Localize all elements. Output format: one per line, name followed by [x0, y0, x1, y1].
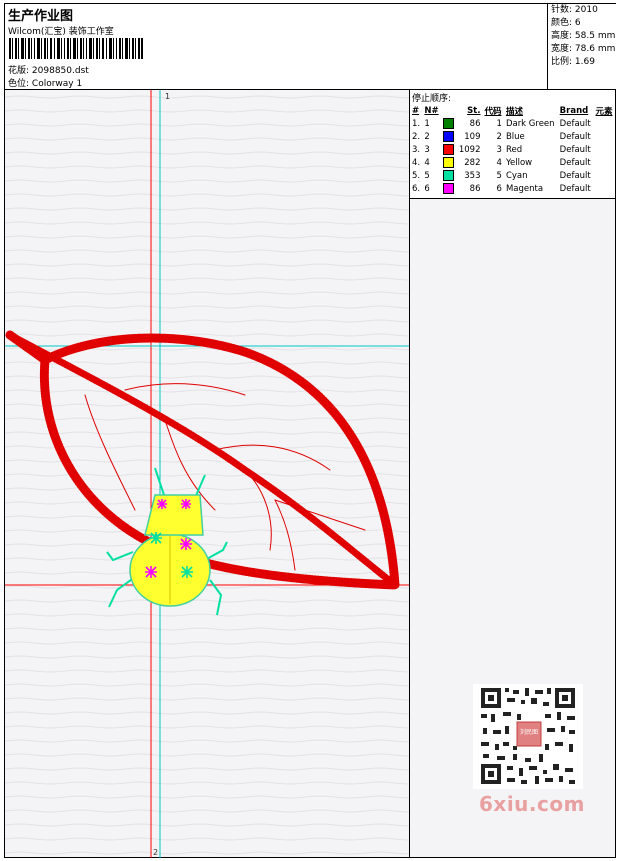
row-desc: Magenta [505, 183, 544, 194]
watermark-logo: 6xiu.com [479, 792, 585, 816]
col-index: # [412, 105, 420, 116]
row-index: 4. [412, 157, 421, 168]
color-swatch [443, 170, 454, 181]
row-element [593, 117, 615, 130]
axis-bottom-label: 2 [153, 848, 159, 857]
spec-panel: 针数: 2010 颜色: 6 高度: 58.5 mm 宽度: 78.6 mm 比… [547, 4, 616, 89]
row-stitches: 1092 [458, 144, 481, 155]
page-title: 生产作业图 [8, 9, 74, 24]
col-element: 元素 [595, 106, 613, 117]
legend-title: 停止顺序: [412, 94, 452, 104]
row-desc: Dark Green [505, 118, 555, 129]
row-desc: Yellow [505, 157, 533, 168]
row-needle: 1 [424, 118, 430, 129]
row-element [593, 143, 615, 156]
row-index: 3. [412, 144, 421, 155]
row-index: 1. [412, 118, 421, 129]
col-stitches: St. [467, 105, 481, 116]
row-brand: Default [559, 144, 591, 155]
production-sheet: 生产作业图 Wilcom(汇宝) 装饰工作室 花版: 2098850.dst 色… [4, 3, 616, 858]
row-stitches: 86 [469, 183, 481, 194]
qr-code: 刘民图 [473, 684, 583, 789]
row-index: 5. [412, 170, 421, 181]
row-desc: Red [505, 144, 523, 155]
stop-sequence-panel: 停止顺序: # N# St. 代码 描述 Brand 元素 1. 1 86 1 Dark… [410, 90, 615, 199]
color-row: 2. 2 109 2 Blue Default [410, 130, 615, 143]
row-brand: Default [559, 183, 591, 194]
row-needle: 5 [424, 170, 430, 181]
row-element [593, 130, 615, 143]
row-needle: 3 [424, 144, 430, 155]
colorway-label: 色位: [8, 79, 30, 89]
design-line: 花版: 2098850.dst [8, 63, 89, 76]
row-swatch [441, 169, 456, 182]
col-desc: 描述 [505, 106, 523, 117]
col-needle: N# [424, 105, 439, 116]
row-brand: Default [559, 170, 591, 181]
row-code: 3 [496, 144, 502, 155]
row-stitches: 282 [464, 157, 481, 168]
row-swatch [441, 117, 456, 130]
row-code: 2 [496, 131, 502, 142]
color-row: 4. 4 282 4 Yellow Default [410, 156, 615, 169]
color-table: # N# St. 代码 描述 Brand 元素 1. 1 86 1 Dark Green… [410, 104, 615, 195]
color-swatch [443, 157, 454, 168]
row-needle: 2 [424, 131, 430, 142]
row-stitches: 109 [464, 131, 481, 142]
color-row: 6. 6 86 6 Magenta Default [410, 182, 615, 195]
row-element [593, 156, 615, 169]
spec-stitches: 针数: 2010 [551, 5, 598, 15]
row-code: 1 [496, 118, 502, 129]
row-swatch [441, 130, 456, 143]
qr-stamp-text: 刘民图 [520, 728, 538, 736]
row-swatch [441, 156, 456, 169]
color-swatch [443, 183, 454, 194]
col-brand: Brand [559, 105, 589, 116]
table-header-row: # N# St. 代码 描述 Brand 元素 [410, 104, 615, 117]
colorway-value: Colorway 1 [31, 79, 83, 89]
design-canvas: 1 2 [5, 90, 410, 858]
embroidery-preview [5, 90, 409, 858]
row-brand: Default [559, 118, 591, 129]
spec-height: 高度: 58.5 mm [551, 31, 616, 41]
color-swatch [443, 131, 454, 142]
spec-width: 宽度: 78.6 mm [551, 44, 616, 54]
color-swatch [443, 118, 454, 129]
row-code: 4 [496, 157, 502, 168]
row-brand: Default [559, 131, 591, 142]
row-swatch [441, 143, 456, 156]
spec-colors: 颜色: 6 [551, 18, 581, 28]
spec-scale: 比例: 1.69 [551, 57, 595, 67]
row-code: 6 [496, 183, 502, 194]
row-index: 6. [412, 183, 421, 194]
color-row: 5. 5 353 5 Cyan Default [410, 169, 615, 182]
row-code: 5 [496, 170, 502, 181]
row-element [593, 182, 615, 195]
color-row: 1. 1 86 1 Dark Green Default [410, 117, 615, 130]
header: 生产作业图 Wilcom(汇宝) 装饰工作室 花版: 2098850.dst 色… [5, 4, 616, 90]
row-element [593, 169, 615, 182]
col-code: 代码 [484, 106, 502, 117]
color-row: 3. 3 1092 3 Red Default [410, 143, 615, 156]
design-value: 2098850.dst [31, 66, 89, 76]
row-needle: 6 [424, 183, 430, 194]
row-desc: Blue [505, 131, 525, 142]
col-swatch [441, 104, 456, 117]
row-index: 2. [412, 131, 421, 142]
axis-top-label: 1 [165, 92, 171, 101]
row-needle: 4 [424, 157, 430, 168]
row-desc: Cyan [505, 170, 528, 181]
colorway-line: 色位: Colorway 1 [8, 76, 82, 89]
row-swatch [441, 182, 456, 195]
barcode [9, 38, 143, 59]
row-stitches: 353 [464, 170, 481, 181]
color-swatch [443, 144, 454, 155]
row-brand: Default [559, 157, 591, 168]
design-label: 花版: [8, 66, 30, 76]
company-name: Wilcom(汇宝) 装饰工作室 [8, 27, 114, 37]
row-stitches: 86 [469, 118, 481, 129]
